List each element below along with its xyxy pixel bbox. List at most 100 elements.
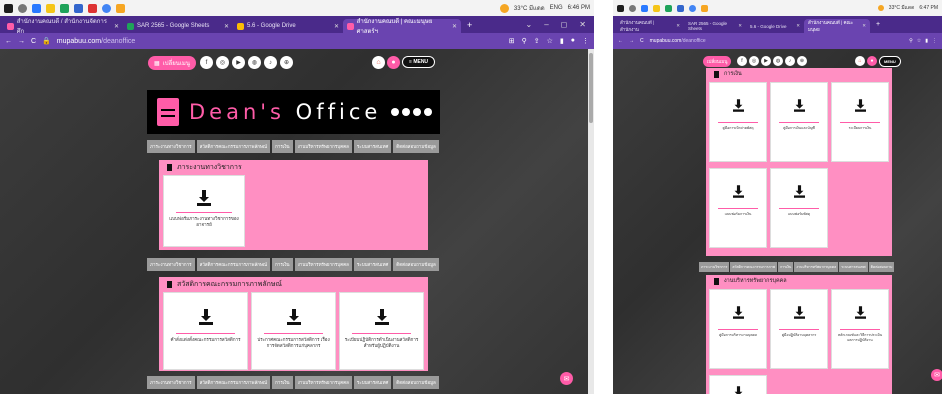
close-icon[interactable]: ✕	[114, 23, 119, 30]
maximize-icon[interactable]: ◻	[561, 20, 568, 29]
nav-it[interactable]: ระบบสารสนเทศ	[353, 376, 392, 389]
url-field[interactable]: mupabuu.com/deanoffice	[650, 38, 706, 44]
close-icon[interactable]: ✕	[796, 23, 800, 29]
close-icon[interactable]: ✕	[738, 23, 742, 29]
scroll-thumb[interactable]	[589, 53, 593, 123]
chrome-icon[interactable]	[689, 4, 696, 12]
chrome-icon[interactable]	[102, 3, 111, 13]
close-icon[interactable]: ✕	[862, 23, 866, 29]
instagram-icon[interactable]: ◎	[749, 56, 759, 66]
files-icon[interactable]	[653, 4, 660, 12]
close-icon[interactable]: ✕	[452, 23, 457, 30]
download-card[interactable]: คู่มือปฏิบัติงานบุคลากร	[770, 289, 828, 369]
scrollbar[interactable]	[588, 49, 594, 394]
zoom-icon[interactable]: ⚲	[909, 38, 913, 44]
language-indicator[interactable]: ENG	[550, 5, 563, 11]
forward-icon[interactable]: →	[18, 38, 25, 45]
youtube-icon[interactable]: ▶	[232, 56, 245, 69]
nav-contact[interactable]: ติดต่อสอบถามข้อมูล	[393, 258, 439, 271]
download-card[interactable]: แบบฟอร์มพัสดุ	[770, 168, 828, 248]
nav-welfare[interactable]: สวัสดิการคณะกรรมการภาพ	[730, 262, 778, 272]
reload-icon[interactable]: C	[31, 38, 36, 45]
folder-icon[interactable]	[116, 3, 125, 13]
tab-2[interactable]: SAR 2565 - Google Sheets ✕	[684, 19, 746, 33]
store-icon[interactable]	[677, 4, 684, 12]
nav-hr[interactable]: งานบริหารทรัพยากรบุคคล	[794, 262, 839, 272]
search-icon[interactable]	[18, 3, 27, 13]
menu-button[interactable]: ≡ MENU	[402, 56, 436, 68]
tab-1[interactable]: สำนักงานคณบดี | สำนักงาน ✕	[616, 19, 684, 33]
nav-it[interactable]: ระบบสารสนเทศ	[839, 262, 868, 272]
taskview-icon[interactable]	[32, 3, 41, 13]
nav-hr[interactable]: งานบริหารทรัพยากรบุคคล	[294, 258, 352, 271]
switch-menu-button[interactable]: ▦ เปลี่ยนเมนู	[148, 56, 196, 70]
edge-icon[interactable]	[665, 4, 672, 12]
mail-icon[interactable]	[88, 3, 97, 13]
youtube-icon[interactable]: ▶	[761, 56, 771, 66]
download-card[interactable]	[709, 375, 767, 394]
star-icon[interactable]: ☆	[547, 37, 553, 45]
instagram-icon[interactable]	[424, 108, 432, 116]
close-icon[interactable]: ✕	[334, 23, 339, 30]
download-card[interactable]: ประกาศคณะกรรมการสวัสดิการ เรื่อง การจัดส…	[251, 292, 336, 370]
minimize-icon[interactable]: –	[544, 20, 548, 29]
line-icon[interactable]	[413, 108, 421, 116]
profile-icon[interactable]: ●	[571, 37, 575, 45]
url-field[interactable]: mupabuu.com/deanoffice	[57, 38, 135, 45]
start-icon[interactable]	[4, 3, 13, 13]
folder-icon[interactable]	[701, 4, 708, 12]
nav-finance[interactable]: การเงิน	[272, 258, 293, 271]
start-icon[interactable]	[617, 4, 624, 12]
nav-finance[interactable]: การเงิน	[272, 376, 293, 389]
nav-hr[interactable]: งานบริหารทรัพยากรบุคคล	[294, 376, 352, 389]
tab-4-active[interactable]: สำนักงานคณบดี | คณะมนุษย ✕	[804, 19, 870, 33]
nav-contact[interactable]: ติดต่อสอบถามข้อมูล	[393, 140, 439, 153]
download-card[interactable]: ระเบียบการเงิน	[831, 82, 889, 162]
tiktok-icon[interactable]: ♪	[264, 56, 277, 69]
nav-finance[interactable]: การเงิน	[778, 262, 794, 272]
zoom-icon[interactable]: ⚲	[522, 37, 527, 45]
star-icon[interactable]: ☆	[917, 38, 921, 44]
nav-hr[interactable]: งานบริหารทรัพยากรบุคคล	[294, 140, 352, 153]
files-icon[interactable]	[46, 3, 55, 13]
messenger-chat-icon[interactable]: ✉	[560, 372, 573, 385]
download-card[interactable]: แบบฟอร์มการเงิน	[709, 168, 767, 248]
download-card[interactable]: คำสั่งแต่งตั้งคณะกรรมการสวัสดิการ	[163, 292, 248, 370]
globe-icon[interactable]: ⊕	[797, 56, 807, 66]
download-card[interactable]: ระเบียบปฏิบัติการดำเนินงานสวัสดิการ สำหร…	[339, 292, 424, 370]
instagram-icon[interactable]: ◎	[216, 56, 229, 69]
taskview-icon[interactable]	[641, 4, 648, 12]
facebook-icon[interactable]	[391, 108, 399, 116]
sidebar-icon[interactable]: ▮	[925, 38, 928, 44]
nav-welfare[interactable]: สวัสดิการคณะกรรมการภาพลักษณ์	[196, 258, 271, 271]
line-icon[interactable]: ◍	[248, 56, 261, 69]
search-icon[interactable]	[629, 4, 636, 12]
more-icon[interactable]: ⋮	[582, 37, 589, 45]
chevron-down-icon[interactable]: ⌄	[526, 20, 533, 29]
back-icon[interactable]: ←	[618, 38, 623, 44]
translate-icon[interactable]: ⊞	[509, 37, 515, 45]
download-card[interactable]: หลักเกณฑ์และวิธีการประเมินผลการปฏิบัติงา…	[831, 289, 889, 369]
line-icon[interactable]: ◍	[773, 56, 783, 66]
share-icon[interactable]: ⇪	[534, 37, 540, 45]
globe-icon[interactable]: ⊕	[280, 56, 293, 69]
nav-academic[interactable]: ภาระงานวิชาการ	[699, 262, 730, 272]
close-icon[interactable]: ✕	[224, 23, 229, 30]
facebook-icon[interactable]: f	[737, 56, 747, 66]
store-icon[interactable]	[74, 3, 83, 13]
nav-contact[interactable]: ติดต่อสอบถาม	[868, 262, 895, 272]
tiktok-icon[interactable]: ♪	[785, 56, 795, 66]
nav-academic[interactable]: ภาระงานทางวิชาการ	[147, 258, 195, 271]
facebook-icon[interactable]: f	[200, 56, 213, 69]
more-icon[interactable]: ⋮	[932, 38, 937, 44]
nav-it[interactable]: ระบบสารสนเทศ	[353, 140, 392, 153]
tab-4-active[interactable]: สำนักงานคณบดี | คณะมนุษยศาสตร์ฯ ✕	[343, 19, 461, 35]
new-tab-button[interactable]: +	[461, 16, 478, 33]
nav-academic[interactable]: ภาระงานทางวิชาการ	[147, 140, 195, 153]
nav-it[interactable]: ระบบสารสนเทศ	[353, 258, 392, 271]
download-card[interactable]: คู่มือการเงินและบัญชี	[770, 82, 828, 162]
nav-welfare[interactable]: สวัสดิการคณะกรรมการภาพลักษณ์	[196, 376, 271, 389]
user-icon[interactable]: ●	[387, 56, 400, 69]
back-icon[interactable]: ←	[5, 38, 12, 45]
nav-contact[interactable]: ติดต่อสอบถามข้อมูล	[393, 376, 439, 389]
